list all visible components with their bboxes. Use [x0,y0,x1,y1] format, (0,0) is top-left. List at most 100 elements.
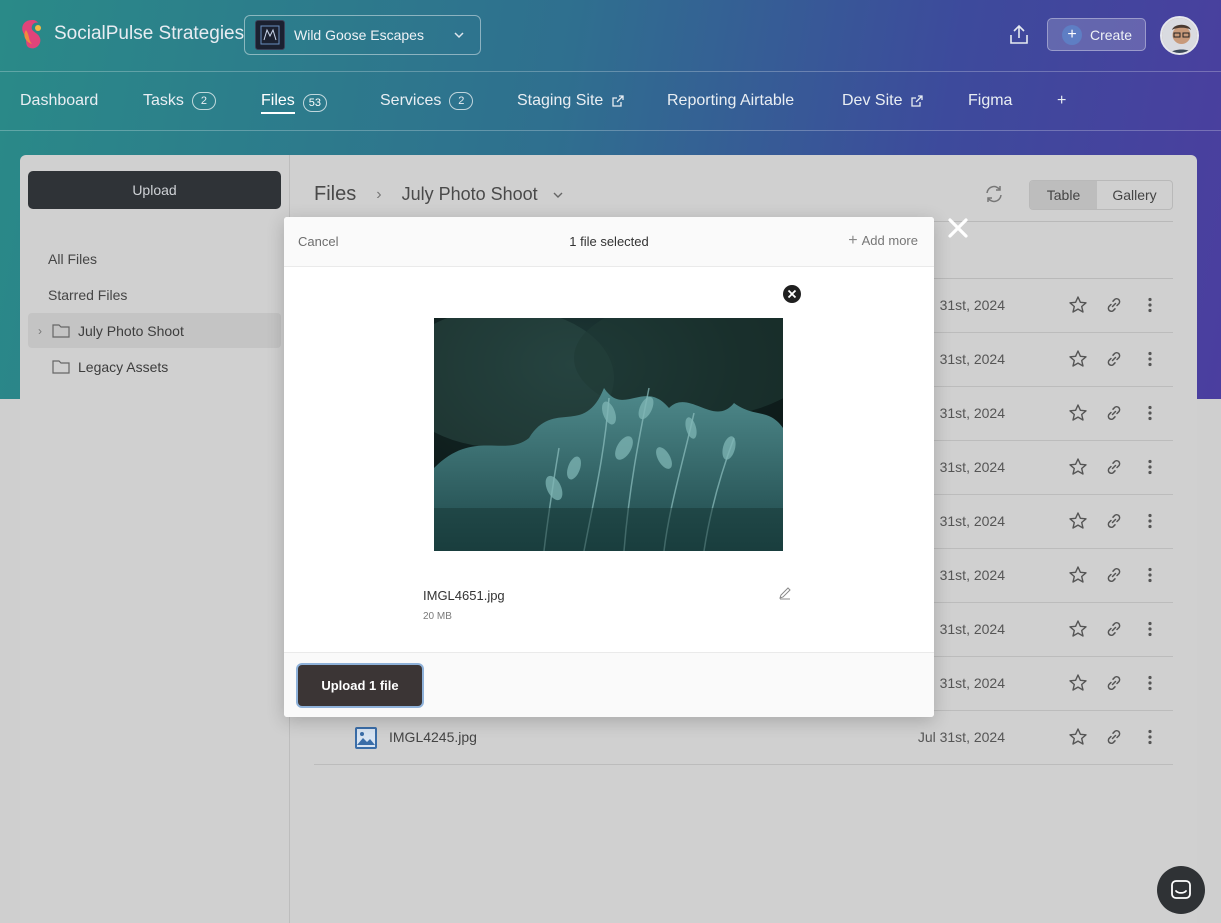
star-icon[interactable] [1068,403,1088,423]
project-logo-icon [260,25,280,45]
chevron-down-icon[interactable] [552,189,564,201]
view-table-button[interactable]: Table [1030,181,1097,209]
breadcrumb-current[interactable]: July Photo Shoot [402,184,538,205]
user-avatar[interactable] [1160,16,1199,55]
tab-figma[interactable]: Figma [968,92,1012,110]
view-toggle: Table Gallery [1029,180,1173,210]
tab-label: Tasks [143,92,184,109]
share-upload-icon[interactable] [1006,22,1032,48]
plant-photo [434,318,783,551]
tab-label: Files [261,92,295,114]
chat-icon [1171,880,1191,899]
create-label: Create [1090,26,1133,43]
date-cell: Jul 31st, 2024 [917,729,1005,745]
edit-pencil-icon[interactable] [778,586,792,600]
folder-icon [52,360,70,374]
link-icon[interactable] [1104,619,1124,639]
remove-file-icon[interactable] [782,284,802,304]
chat-support-button[interactable] [1157,866,1205,914]
tab-dashboard[interactable]: Dashboard [20,92,98,110]
add-more-button[interactable]: + Add more [848,231,918,249]
count-badge: 53 [302,94,328,112]
sidebar-item-all-files[interactable]: All Files [48,251,97,267]
more-options-icon[interactable] [1140,727,1160,747]
modal-title: 1 file selected [569,234,649,249]
sidebar-item-starred-files[interactable]: Starred Files [48,287,127,303]
files-sidebar: Upload All Files Starred Files › July Ph… [20,155,290,923]
tab-dev-site[interactable]: Dev Site [842,92,924,110]
more-options-icon[interactable] [1140,349,1160,369]
link-icon[interactable] [1104,403,1124,423]
tab-services[interactable]: Services 2 [380,92,474,110]
tab-files[interactable]: Files 53 [261,92,328,114]
tab-reporting-airtable[interactable]: Reporting Airtable [667,92,794,110]
link-icon[interactable] [1104,511,1124,531]
star-icon[interactable] [1068,349,1088,369]
star-icon[interactable] [1068,619,1088,639]
tab-label: Reporting Airtable [667,92,795,109]
folder-label: July Photo Shoot [78,322,184,339]
link-icon[interactable] [1104,349,1124,369]
brand-logo-icon [22,20,41,49]
chevron-right-icon[interactable]: › [30,324,50,338]
link-icon[interactable] [1104,565,1124,585]
project-name: Wild Goose Escapes [294,27,424,43]
star-icon[interactable] [1068,727,1088,747]
date-cell: 31st, 2024 [939,459,1005,475]
refresh-icon[interactable] [983,183,1005,205]
file-preview-image [434,318,783,551]
link-icon[interactable] [1104,673,1124,693]
tab-tasks[interactable]: Tasks 2 [143,92,216,110]
link-icon[interactable] [1104,457,1124,477]
table-row[interactable]: IMGL4245.jpg Jul 31st, 2024 [314,711,1173,765]
modal-footer: Upload 1 file [284,652,934,717]
more-options-icon[interactable] [1140,403,1160,423]
plus-icon: + [848,231,858,249]
date-cell: 31st, 2024 [939,675,1005,691]
more-options-icon[interactable] [1140,619,1160,639]
sidebar-folder-legacy-assets[interactable]: Legacy Assets [28,349,281,384]
tab-label: Dashboard [20,92,99,109]
date-cell: 31st, 2024 [939,351,1005,367]
breadcrumb: Files › July Photo Shoot [314,183,564,206]
tab-staging-site[interactable]: Staging Site [517,92,625,110]
close-icon[interactable] [946,216,970,240]
top-bar: SocialPulse Strategies Wild Goose Escape… [0,0,1221,72]
star-icon[interactable] [1068,673,1088,693]
project-selector[interactable]: Wild Goose Escapes [244,15,481,55]
tab-label: Staging Site [517,92,604,109]
sidebar-folder-july-photo-shoot[interactable]: › July Photo Shoot [28,313,281,348]
add-tab-button[interactable]: + [1057,92,1066,110]
view-gallery-button[interactable]: Gallery [1097,181,1172,209]
external-link-icon [612,95,624,107]
brand-name: SocialPulse Strategies [54,23,245,44]
folder-label: Legacy Assets [78,358,169,375]
file-size: 20 MB [423,611,452,622]
more-options-icon[interactable] [1140,511,1160,531]
upload-files-button[interactable]: Upload 1 file [298,665,422,706]
plus-icon: + [1062,24,1082,45]
more-options-icon[interactable] [1140,295,1160,315]
date-cell: 31st, 2024 [939,513,1005,529]
date-cell: 31st, 2024 [939,621,1005,637]
file-name-cell[interactable]: IMGL4245.jpg [389,729,477,745]
star-icon[interactable] [1068,511,1088,531]
link-icon[interactable] [1104,727,1124,747]
more-options-icon[interactable] [1140,673,1160,693]
more-options-icon[interactable] [1140,565,1160,585]
sidebar-upload-button[interactable]: Upload [28,171,281,209]
date-cell: 31st, 2024 [939,405,1005,421]
link-icon[interactable] [1104,295,1124,315]
create-button[interactable]: + Create [1047,18,1146,51]
star-icon[interactable] [1068,457,1088,477]
breadcrumb-root[interactable]: Files [314,183,356,206]
tab-label: Dev Site [842,92,903,109]
more-options-icon[interactable] [1140,457,1160,477]
star-icon[interactable] [1068,565,1088,585]
tab-label: Services [380,92,442,109]
star-icon[interactable] [1068,295,1088,315]
folder-icon [52,324,70,338]
avatar-image [1162,18,1197,53]
upload-modal: Cancel 1 file selected + Add more IMGL46… [284,217,934,717]
brand[interactable]: SocialPulse Strategies [18,18,244,50]
